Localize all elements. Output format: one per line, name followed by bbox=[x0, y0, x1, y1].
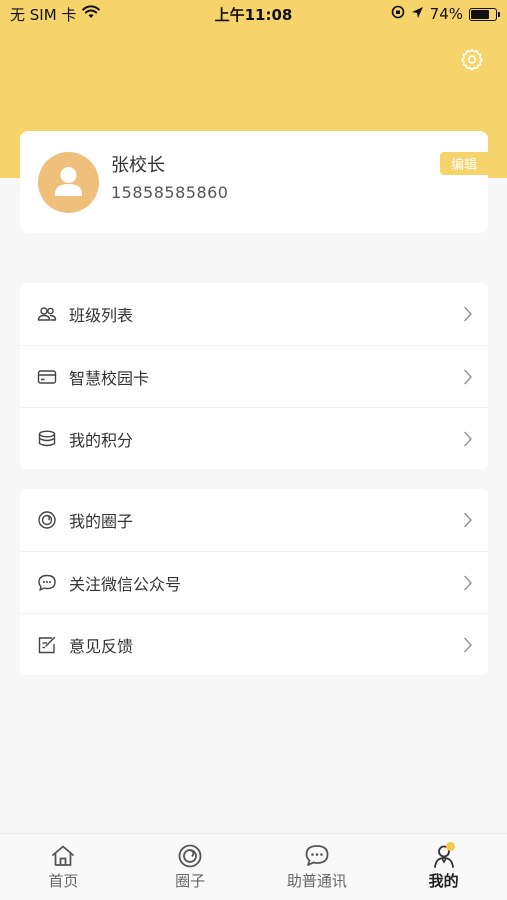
coins-icon bbox=[37, 429, 57, 449]
battery-fill bbox=[471, 9, 489, 19]
menu-item-label: 意见反馈 bbox=[69, 636, 134, 656]
menu-item-class-list[interactable]: 班级列表 bbox=[20, 283, 488, 345]
menu-item-label: 关注微信公众号 bbox=[69, 574, 182, 594]
person-icon bbox=[431, 842, 457, 869]
gear-icon bbox=[460, 47, 484, 75]
circle-spiral-icon bbox=[177, 843, 203, 869]
tab-label: 首页 bbox=[48, 872, 79, 890]
location-icon bbox=[411, 5, 424, 23]
feedback-icon bbox=[37, 635, 57, 655]
settings-button[interactable] bbox=[459, 48, 485, 74]
tab-bar: 首页 圈子 助普通讯 我的 bbox=[0, 833, 507, 900]
menu-item-my-circle[interactable]: 我的圈子 bbox=[20, 489, 488, 551]
chevron-right-icon bbox=[462, 368, 474, 386]
profile-card[interactable]: 张校长 15858585860 编辑 bbox=[20, 131, 488, 233]
menu-item-feedback[interactable]: 意见反馈 bbox=[20, 613, 488, 675]
orientation-lock-icon bbox=[391, 5, 405, 23]
menu-group-social: 我的圈子 关注微信公众号 意见反馈 bbox=[20, 489, 488, 675]
menu-group-account: 班级列表 智慧校园卡 我的积分 bbox=[20, 283, 488, 469]
menu-item-follow-wechat[interactable]: 关注微信公众号 bbox=[20, 551, 488, 613]
users-icon bbox=[37, 304, 57, 324]
tab-label: 我的 bbox=[428, 872, 459, 890]
battery-percent: 74% bbox=[429, 5, 463, 23]
tab-label: 圈子 bbox=[175, 872, 206, 890]
carrier-text: 无 SIM 卡 bbox=[10, 5, 77, 24]
profile-name: 张校长 bbox=[111, 155, 165, 176]
profile-phone: 15858585860 bbox=[111, 183, 229, 202]
active-indicator-dot bbox=[445, 842, 455, 851]
menu-item-label: 智慧校园卡 bbox=[69, 368, 150, 388]
menu-item-label: 我的积分 bbox=[69, 430, 134, 450]
chevron-right-icon bbox=[462, 430, 474, 448]
tab-circle[interactable]: 圈子 bbox=[127, 834, 254, 900]
chat-icon bbox=[37, 573, 57, 593]
wifi-icon bbox=[82, 5, 101, 23]
menu-item-label: 我的圈子 bbox=[69, 512, 134, 531]
chat-icon bbox=[304, 843, 330, 869]
chevron-right-icon bbox=[462, 574, 474, 592]
battery-icon bbox=[469, 7, 500, 21]
person-icon bbox=[55, 167, 82, 196]
menu-item-campus-card[interactable]: 智慧校园卡 bbox=[20, 345, 488, 407]
tab-home[interactable]: 首页 bbox=[0, 834, 127, 900]
tab-mine[interactable]: 我的 bbox=[380, 834, 507, 900]
avatar[interactable] bbox=[38, 152, 99, 213]
tab-label: 助普通讯 bbox=[286, 872, 347, 890]
card-icon bbox=[37, 367, 57, 387]
edit-profile-button[interactable]: 编辑 bbox=[440, 152, 488, 175]
status-left: 无 SIM 卡 bbox=[10, 4, 101, 25]
tab-messages[interactable]: 助普通讯 bbox=[254, 834, 381, 900]
chevron-right-icon bbox=[462, 636, 474, 654]
menu-item-label: 班级列表 bbox=[69, 306, 134, 325]
chevron-right-icon bbox=[462, 511, 474, 529]
circle-spiral-icon bbox=[37, 510, 57, 530]
status-right: 74% bbox=[391, 5, 500, 23]
menu-item-points[interactable]: 我的积分 bbox=[20, 407, 488, 469]
home-icon bbox=[50, 843, 76, 869]
status-bar: 无 SIM 卡 上午11:08 74% bbox=[0, 0, 507, 28]
chevron-right-icon bbox=[462, 305, 474, 323]
